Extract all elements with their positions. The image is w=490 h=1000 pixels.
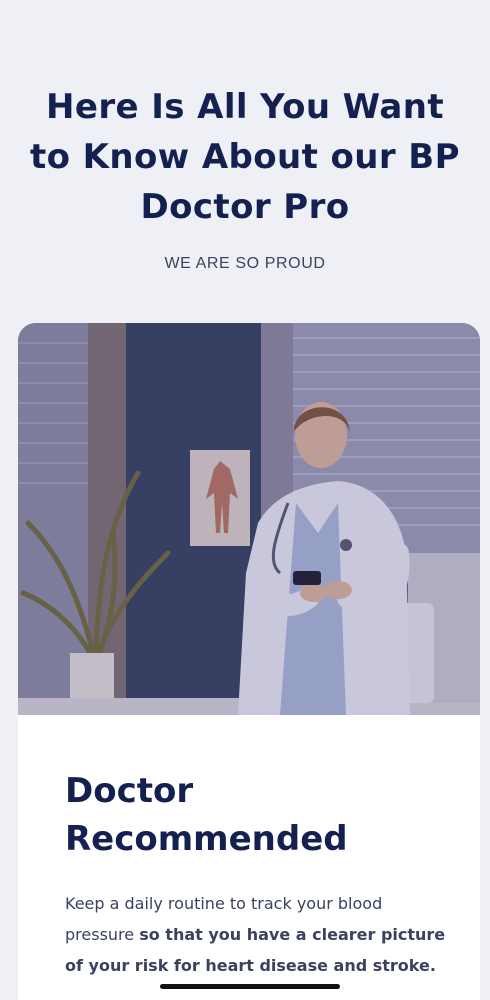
card-description: Keep a daily routine to track your blood… <box>65 888 455 981</box>
feature-card: Doctor Recommended Keep a daily routine … <box>18 323 480 1000</box>
page-title: Here Is All You Want to Know About our B… <box>30 87 460 227</box>
card-title: Doctor Recommended <box>65 771 348 859</box>
home-indicator[interactable] <box>160 984 340 989</box>
doctor-photo <box>18 323 480 715</box>
page-subtitle: WE ARE SO PROUD <box>164 255 326 272</box>
